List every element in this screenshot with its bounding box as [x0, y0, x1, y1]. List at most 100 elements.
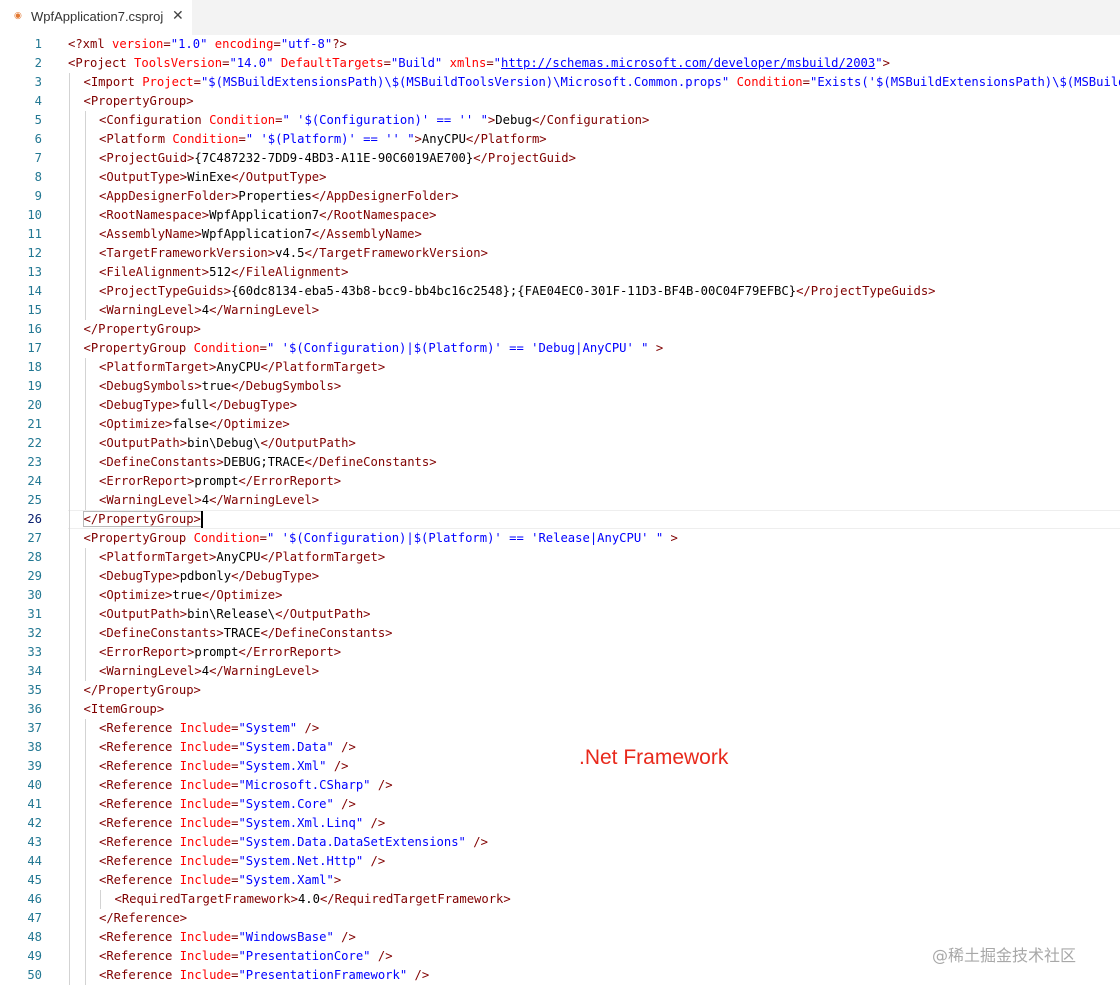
indent-guide [69, 662, 70, 681]
code-line[interactable]: 12 <TargetFrameworkVersion>v4.5</TargetFr… [0, 244, 1120, 263]
code-line[interactable]: 25 <WarningLevel>4</WarningLevel> [0, 491, 1120, 510]
code-line[interactable]: 14 <ProjectTypeGuids>{60dc8134-eba5-43b8-… [0, 282, 1120, 301]
code-text: <Platform Condition=" '$(Platform)' == '… [99, 132, 547, 146]
code-line[interactable]: 13 <FileAlignment>512</FileAlignment> [0, 263, 1120, 282]
code-line[interactable]: 45 <Reference Include="System.Xaml"> [0, 871, 1120, 890]
indent-guide [84, 852, 86, 871]
indent-guide [69, 434, 70, 453]
code-text: <WarningLevel>4</WarningLevel> [99, 303, 320, 317]
indent-guide [69, 738, 70, 757]
code-line[interactable]: 35 </PropertyGroup> [0, 681, 1120, 700]
code-line[interactable]: 17 <PropertyGroup Condition=" '$(Configur… [0, 339, 1120, 358]
code-line[interactable]: 38 <Reference Include="System.Data" /> [0, 738, 1120, 757]
code-line[interactable]: 36 <ItemGroup> [0, 700, 1120, 719]
code-line[interactable]: 41 <Reference Include="System.Core" /> [0, 795, 1120, 814]
indent-guide [69, 833, 70, 852]
indent-guide [69, 719, 70, 738]
code-line[interactable]: 39 <Reference Include="System.Xml" /> [0, 757, 1120, 776]
code-line[interactable]: 15 <WarningLevel>4</WarningLevel> [0, 301, 1120, 320]
code-text: <WarningLevel>4</WarningLevel> [99, 493, 320, 507]
code-line[interactable]: 37 <Reference Include="System" /> [0, 719, 1120, 738]
indent-guide [69, 890, 70, 909]
indent-guide [69, 206, 70, 225]
indent-guide [69, 415, 70, 434]
code-line[interactable]: 31 <OutputPath>bin\Release\</OutputPath> [0, 605, 1120, 624]
code-text: <ErrorReport>prompt</ErrorReport> [99, 645, 342, 659]
code-line[interactable]: 20 <DebugType>full</DebugType> [0, 396, 1120, 415]
code-line[interactable]: 34 <WarningLevel>4</WarningLevel> [0, 662, 1120, 681]
close-icon[interactable]: ✕ [172, 8, 184, 24]
code-line[interactable]: 9 <AppDesignerFolder>Properties</AppDesig… [0, 187, 1120, 206]
indent-guide [84, 415, 86, 434]
code-line[interactable]: 2 <Project ToolsVersion="14.0" DefaultTar… [0, 54, 1120, 73]
indent-guide [69, 548, 70, 567]
indent-guide [69, 909, 70, 928]
code-line[interactable]: 21 <Optimize>false</Optimize> [0, 415, 1120, 434]
line-number: 28 [27, 550, 42, 564]
code-line[interactable]: 50 <Reference Include="PresentationFramew… [0, 966, 1120, 985]
code-line[interactable]: 10 <RootNamespace>WpfApplication7</RootNa… [0, 206, 1120, 225]
code-editor[interactable]: 1 <?xml version="1.0" encoding="utf-8"?> 2… [0, 35, 1120, 990]
code-line[interactable]: 27 <PropertyGroup Condition=" '$(Configur… [0, 529, 1120, 548]
line-number: 39 [27, 759, 42, 773]
line-number: 23 [27, 455, 42, 469]
code-line[interactable]: 40 <Reference Include="Microsoft.CSharp" … [0, 776, 1120, 795]
indent-guide [69, 586, 70, 605]
code-line[interactable]: 11 <AssemblyName>WpfApplication7</Assembl… [0, 225, 1120, 244]
code-line[interactable]: 24 <ErrorReport>prompt</ErrorReport> [0, 472, 1120, 491]
code-line[interactable]: 47 </Reference> [0, 909, 1120, 928]
code-line[interactable]: 19 <DebugSymbols>true</DebugSymbols> [0, 377, 1120, 396]
code-line[interactable]: 32 <DefineConstants>TRACE</DefineConstant… [0, 624, 1120, 643]
code-line[interactable]: 43 <Reference Include="System.Data.DataSe… [0, 833, 1120, 852]
line-number: 16 [27, 322, 42, 336]
code-text: <DebugSymbols>true</DebugSymbols> [99, 379, 342, 393]
code-line[interactable]: 5 <Configuration Condition=" '$(Configura… [0, 111, 1120, 130]
code-text: </Reference> [99, 911, 188, 925]
code-line[interactable]: 3 <Import Project="$(MSBuildExtensionsPat… [0, 73, 1120, 92]
code-line[interactable]: 4 <PropertyGroup> [0, 92, 1120, 111]
indent-guide [84, 776, 86, 795]
code-line[interactable]: 23 <DefineConstants>DEBUG;TRACE</DefineCo… [0, 453, 1120, 472]
indent-guide [84, 149, 86, 168]
code-line[interactable]: 22 <OutputPath>bin\Debug\</OutputPath> [0, 434, 1120, 453]
indent-guide [69, 966, 70, 985]
code-line[interactable]: 7 <ProjectGuid>{7C487232-7DD9-4BD3-A11E-9… [0, 149, 1120, 168]
code-text: <Optimize>true</Optimize> [99, 588, 283, 602]
code-line[interactable]: 42 <Reference Include="System.Xml.Linq" /… [0, 814, 1120, 833]
code-text: <Reference Include="PresentationCore" /> [99, 949, 393, 963]
line-number: 7 [34, 151, 42, 165]
code-line[interactable]: 44 <Reference Include="System.Net.Http" /… [0, 852, 1120, 871]
code-line[interactable]: 6 <Platform Condition=" '$(Platform)' == … [0, 130, 1120, 149]
indent-guide [84, 662, 86, 681]
code-text: <Configuration Condition=" '$(Configurat… [99, 113, 650, 127]
line-number: 26 [27, 512, 42, 526]
code-line[interactable]: 16 </PropertyGroup> [0, 320, 1120, 339]
code-line[interactable]: 30 <Optimize>true</Optimize> [0, 586, 1120, 605]
code-line[interactable]: 1 <?xml version="1.0" encoding="utf-8"?> [0, 35, 1120, 54]
indent-guide [69, 358, 70, 377]
indent-guide [84, 396, 86, 415]
indent-guide [69, 529, 70, 548]
indent-guide [84, 909, 86, 928]
code-line[interactable]: 46 <RequiredTargetFramework>4.0</Required… [0, 890, 1120, 909]
line-number: 44 [27, 854, 42, 868]
code-text: <Reference Include="System.Core" /> [99, 797, 356, 811]
indent-guide [69, 567, 70, 586]
line-number: 40 [27, 778, 42, 792]
code-line[interactable]: 8 <OutputType>WinExe</OutputType> [0, 168, 1120, 187]
line-number: 49 [27, 949, 42, 963]
code-line[interactable]: 26 </PropertyGroup> [0, 510, 1120, 529]
line-number: 25 [27, 493, 42, 507]
tab-wpfapplication7-csproj[interactable]: ◉ WpfApplication7.csproj ✕ [0, 0, 192, 35]
code-line[interactable]: 28 <PlatformTarget>AnyCPU</PlatformTarget… [0, 548, 1120, 567]
indent-guide [84, 111, 86, 130]
indent-guide [84, 738, 86, 757]
indent-guide [69, 225, 70, 244]
code-line[interactable]: 29 <DebugType>pdbonly</DebugType> [0, 567, 1120, 586]
line-number: 9 [34, 189, 42, 203]
code-line[interactable]: 33 <ErrorReport>prompt</ErrorReport> [0, 643, 1120, 662]
code-text: <AssemblyName>WpfApplication7</AssemblyN… [99, 227, 422, 241]
code-line[interactable]: 18 <PlatformTarget>AnyCPU</PlatformTarget… [0, 358, 1120, 377]
indent-guide [69, 510, 70, 529]
indent-guide [84, 871, 86, 890]
